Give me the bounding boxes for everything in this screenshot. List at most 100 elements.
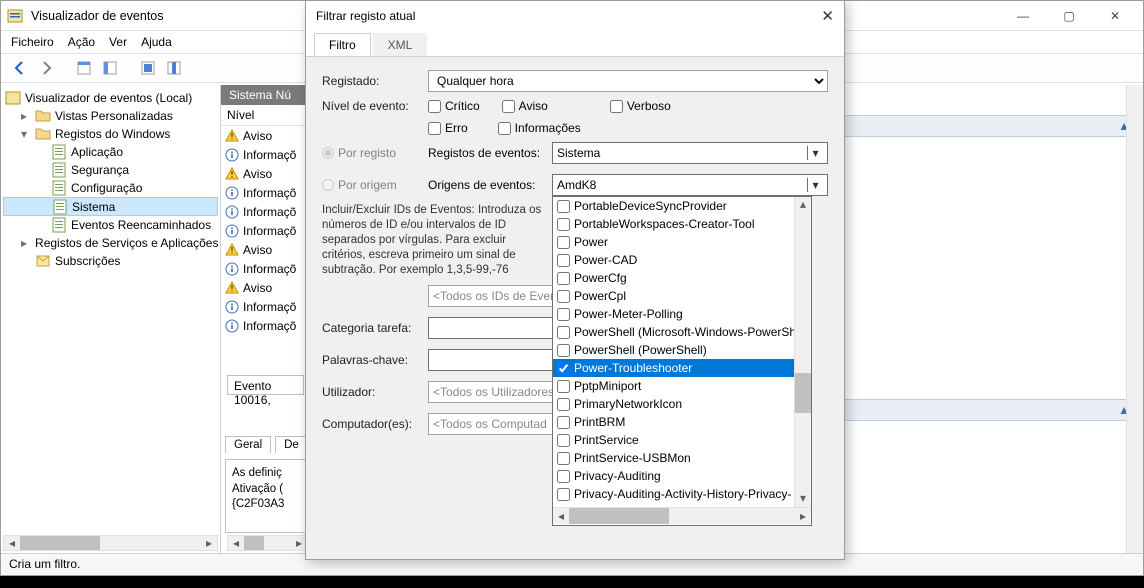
event-row[interactable]: Aviso [221, 126, 310, 145]
event-row[interactable]: Informaçõ [221, 316, 310, 335]
task-category-combo[interactable] [428, 317, 558, 339]
forward-button[interactable] [35, 57, 57, 79]
tree-item-icon [51, 180, 67, 196]
label-utilizador: Utilizador: [322, 385, 428, 399]
tree-horizontal-scrollbar[interactable]: ◂▸ [3, 535, 218, 551]
option-checkbox[interactable] [557, 416, 570, 429]
tree-item[interactable]: Configuração [3, 179, 218, 197]
check-info[interactable]: Informações [498, 121, 581, 135]
tree-item[interactable]: Segurança [3, 161, 218, 179]
dialog-close-button[interactable]: ✕ [794, 7, 834, 25]
tree-item[interactable]: ▸Registos de Serviços e Aplicações [3, 234, 218, 252]
tree-root[interactable]: Visualizador de eventos (Local) [3, 89, 218, 107]
option-checkbox[interactable] [557, 308, 570, 321]
tree-item[interactable]: Aplicação [3, 143, 218, 161]
option-checkbox[interactable] [557, 326, 570, 339]
event-row[interactable]: Aviso [221, 164, 310, 183]
computer-input[interactable] [428, 413, 558, 435]
check-aviso[interactable]: Aviso [502, 99, 548, 113]
column-header-nivel[interactable]: Nível [221, 105, 310, 126]
dropdown-option[interactable]: PrimaryNetworkIcon [553, 395, 811, 413]
option-checkbox[interactable] [557, 362, 570, 375]
radio-por-registo[interactable]: Por registo [322, 146, 428, 160]
option-checkbox[interactable] [557, 344, 570, 357]
option-checkbox[interactable] [557, 398, 570, 411]
dropdown-option[interactable]: PowerShell (Microsoft-Windows-PowerShe [553, 323, 811, 341]
dropdown-option[interactable]: Privacy-Auditing-Activity-History-Privac… [553, 485, 811, 503]
check-critico[interactable]: Crítico [428, 99, 480, 113]
dropdown-option[interactable]: Power-CAD [553, 251, 811, 269]
check-verboso[interactable]: Verboso [610, 99, 671, 113]
option-checkbox[interactable] [557, 272, 570, 285]
dropdown-option[interactable]: PrintService [553, 431, 811, 449]
tab-filtro[interactable]: Filtro [314, 33, 371, 56]
tree-item[interactable]: Subscrições [3, 252, 218, 270]
option-checkbox[interactable] [557, 488, 570, 501]
close-button[interactable]: ✕ [1093, 2, 1137, 30]
dropdown-option[interactable]: Privacy-Auditing [553, 467, 811, 485]
menu-ajuda[interactable]: Ajuda [141, 35, 172, 49]
actions-vertical-scrollbar[interactable] [1126, 85, 1143, 553]
toolbar-icon-2[interactable] [99, 57, 121, 79]
dropdown-option[interactable]: PortableDeviceSyncProvider [553, 197, 811, 215]
check-erro[interactable]: Erro [428, 121, 468, 135]
event-row[interactable]: Aviso [221, 278, 310, 297]
tree-item-icon [35, 253, 51, 269]
tab-xml[interactable]: XML [373, 33, 428, 56]
pane-header-sistema: Sistema Nú [221, 85, 310, 105]
event-row[interactable]: Informaçõ [221, 145, 310, 164]
option-checkbox[interactable] [557, 236, 570, 249]
dropdown-option[interactable]: PptpMiniport [553, 377, 811, 395]
radio-por-origem[interactable]: Por origem [322, 178, 428, 192]
tree-item[interactable]: ▾Registos do Windows [3, 125, 218, 143]
option-checkbox[interactable] [557, 290, 570, 303]
event-ids-input[interactable] [428, 285, 558, 307]
tree-item[interactable]: Eventos Reencaminhados [3, 216, 218, 234]
dropdown-option[interactable]: PowerCpl [553, 287, 811, 305]
menu-ficheiro[interactable]: Ficheiro [11, 35, 54, 49]
option-checkbox[interactable] [557, 434, 570, 447]
event-logs-combo[interactable]: Sistema▾ [552, 142, 828, 164]
maximize-button[interactable]: ▢ [1047, 2, 1091, 30]
dropdown-option[interactable]: PowerCfg [553, 269, 811, 287]
tab-geral[interactable]: Geral [225, 436, 271, 453]
tree-item[interactable]: ▸Vistas Personalizadas [3, 107, 218, 125]
option-checkbox[interactable] [557, 254, 570, 267]
option-checkbox[interactable] [557, 380, 570, 393]
event-row[interactable]: Informaçõ [221, 259, 310, 278]
registado-select[interactable]: Qualquer hora [428, 70, 828, 92]
dropdown-option[interactable]: Power-Troubleshooter [553, 359, 811, 377]
minimize-button[interactable]: — [1001, 2, 1045, 30]
event-sources-combo[interactable]: AmdK8▾ [552, 174, 828, 196]
dropdown-vertical-scrollbar[interactable]: ▴▾ [794, 197, 811, 507]
event-row[interactable]: Aviso [221, 240, 310, 259]
option-checkbox[interactable] [557, 470, 570, 483]
toolbar-icon-3[interactable] [137, 57, 159, 79]
option-checkbox[interactable] [557, 200, 570, 213]
dropdown-horizontal-scrollbar[interactable]: ◂▸ [553, 507, 811, 524]
option-checkbox[interactable] [557, 452, 570, 465]
menu-ver[interactable]: Ver [109, 35, 127, 49]
dropdown-option[interactable]: Power [553, 233, 811, 251]
toolbar-icon-4[interactable] [163, 57, 185, 79]
keywords-combo[interactable] [428, 349, 558, 371]
label-computador: Computador(es): [322, 417, 428, 431]
tree-item[interactable]: Sistema [3, 197, 218, 216]
toolbar-icon-1[interactable] [73, 57, 95, 79]
mid-horizontal-scrollbar[interactable]: ◂▸ [227, 535, 308, 551]
event-row[interactable]: Informaçõ [221, 202, 310, 221]
dialog-title: Filtrar registo atual [316, 9, 794, 23]
event-row[interactable]: Informaçõ [221, 221, 310, 240]
menu-acao[interactable]: Ação [68, 35, 95, 49]
option-checkbox[interactable] [557, 218, 570, 231]
event-row[interactable]: Informaçõ [221, 183, 310, 202]
dropdown-option[interactable]: PowerShell (PowerShell) [553, 341, 811, 359]
dropdown-option[interactable]: PortableWorkspaces-Creator-Tool [553, 215, 811, 233]
user-input[interactable] [428, 381, 558, 403]
dropdown-option[interactable]: PrintService-USBMon [553, 449, 811, 467]
back-button[interactable] [9, 57, 31, 79]
tab-detalhes[interactable]: De [275, 436, 308, 453]
dropdown-option[interactable]: PrintBRM [553, 413, 811, 431]
dropdown-option[interactable]: Power-Meter-Polling [553, 305, 811, 323]
event-row[interactable]: Informaçõ [221, 297, 310, 316]
